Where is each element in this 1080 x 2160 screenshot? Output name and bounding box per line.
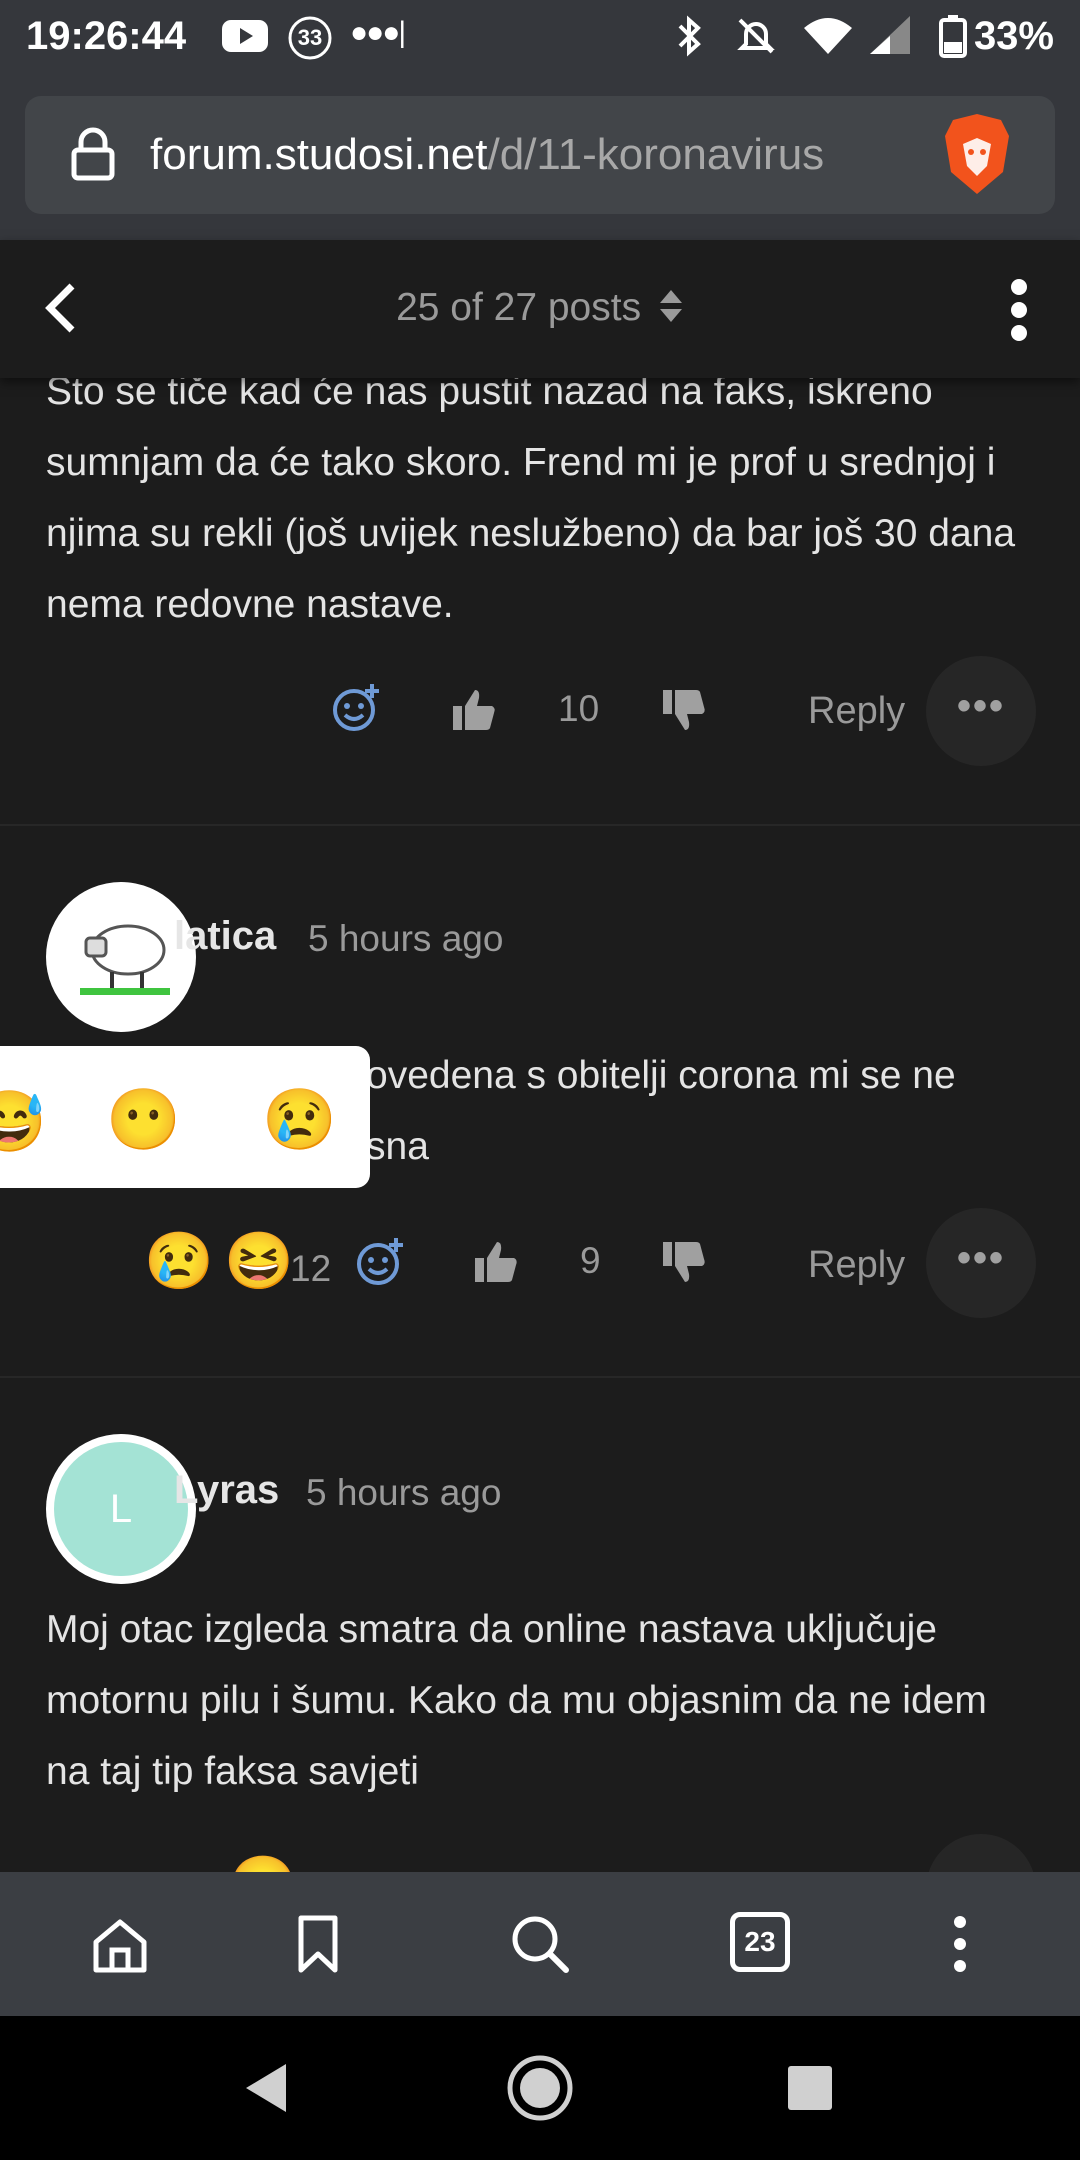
post-body: Moj otac izgleda smatra da online nastav… — [46, 1608, 987, 1793]
like-icon[interactable] — [472, 1238, 520, 1291]
notification-count-icon: 33 — [286, 14, 334, 71]
wifi-icon — [800, 14, 856, 67]
post-scrubber[interactable]: 25 of 27 posts — [0, 286, 1080, 330]
post-body-line2: sna — [366, 1125, 429, 1168]
sort-updown-icon — [659, 290, 682, 322]
tab-switcher-button[interactable]: 23 — [730, 1912, 790, 1972]
status-time: 19:26:44 — [26, 14, 187, 58]
add-reaction-icon[interactable] — [332, 682, 384, 739]
signal-icon — [866, 14, 916, 67]
youtube-icon — [220, 14, 270, 67]
bluetooth-icon — [672, 14, 708, 67]
battery-icon — [938, 14, 968, 67]
nav-home-icon[interactable] — [506, 2054, 574, 2127]
reaction-count: 12 — [290, 1248, 332, 1289]
like-count: 10 — [558, 688, 600, 729]
reply-button[interactable]: Reply — [808, 1244, 905, 1287]
posts-counter: 25 of 27 posts — [396, 286, 642, 329]
reaction-option-crying[interactable]: 😢 — [262, 1084, 337, 1155]
kebab-menu-icon[interactable] — [1004, 278, 1034, 347]
post-more-button[interactable]: ••• — [926, 1208, 1036, 1318]
add-reaction-icon[interactable] — [356, 1236, 408, 1293]
more-notifications-icon: ●●●| — [350, 16, 406, 49]
browser-menu-icon[interactable] — [946, 1912, 974, 1981]
post-more-button[interactable]: ••• — [926, 656, 1036, 766]
reaction-option-partial[interactable]: 😅 — [0, 1086, 47, 1157]
bookmark-icon[interactable] — [296, 1914, 340, 1979]
reply-button[interactable]: Reply — [808, 690, 905, 733]
reaction-laughing[interactable]: 😆 — [224, 1228, 294, 1294]
battery-percent: 33% — [973, 14, 1054, 58]
discussion-header: 25 of 27 posts — [0, 240, 1080, 378]
mute-icon — [734, 14, 778, 67]
post-author[interactable]: latica — [174, 914, 276, 959]
nav-recents-icon[interactable] — [786, 2064, 834, 2117]
address-bar[interactable]: forum.studosi.net/d/11-koronavirus — [25, 96, 1055, 214]
url-path: /d/11-koronavirus — [487, 130, 825, 179]
post-body: Što se tiče kad će nas pustit nazad na f… — [46, 370, 1016, 626]
reaction-picker-popup: 😅 😶 😢 — [0, 1046, 370, 1188]
post-author[interactable]: Lyras — [174, 1468, 279, 1513]
like-count: 9 — [580, 1240, 601, 1281]
dislike-icon[interactable] — [660, 1238, 708, 1291]
notification-count: 33 — [297, 25, 323, 50]
reaction-option-no-mouth[interactable]: 😶 — [106, 1084, 181, 1155]
like-icon[interactable] — [450, 686, 498, 739]
nav-back-icon[interactable] — [242, 2060, 290, 2121]
avatar-letter: L — [54, 1442, 188, 1576]
post-divider — [0, 824, 1080, 826]
post-divider — [0, 1376, 1080, 1378]
home-icon[interactable] — [90, 1916, 150, 1981]
dislike-icon[interactable] — [660, 686, 708, 739]
browser-toolbar: forum.studosi.net/d/11-koronavirus — [0, 72, 1080, 240]
tab-count: 23 — [744, 1926, 776, 1957]
search-icon[interactable] — [508, 1912, 572, 1981]
status-bar: 19:26:44 33 ●●●| 33% — [0, 0, 1080, 72]
brave-shields-icon[interactable] — [943, 114, 1011, 201]
post-time[interactable]: 5 hours ago — [308, 918, 503, 960]
browser-bottom-bar: 23 — [0, 1872, 1080, 2016]
post-time[interactable]: 5 hours ago — [306, 1472, 501, 1514]
reaction-crying[interactable]: 😢 — [144, 1228, 214, 1294]
system-navigation-bar — [0, 2016, 1080, 2160]
post-body-line1: ovedena s obitelji corona mi se ne — [366, 1054, 956, 1097]
url-domain: forum.studosi.net — [150, 130, 488, 179]
lock-icon[interactable] — [69, 126, 117, 187]
url-text[interactable]: forum.studosi.net/d/11-koronavirus — [150, 130, 824, 180]
